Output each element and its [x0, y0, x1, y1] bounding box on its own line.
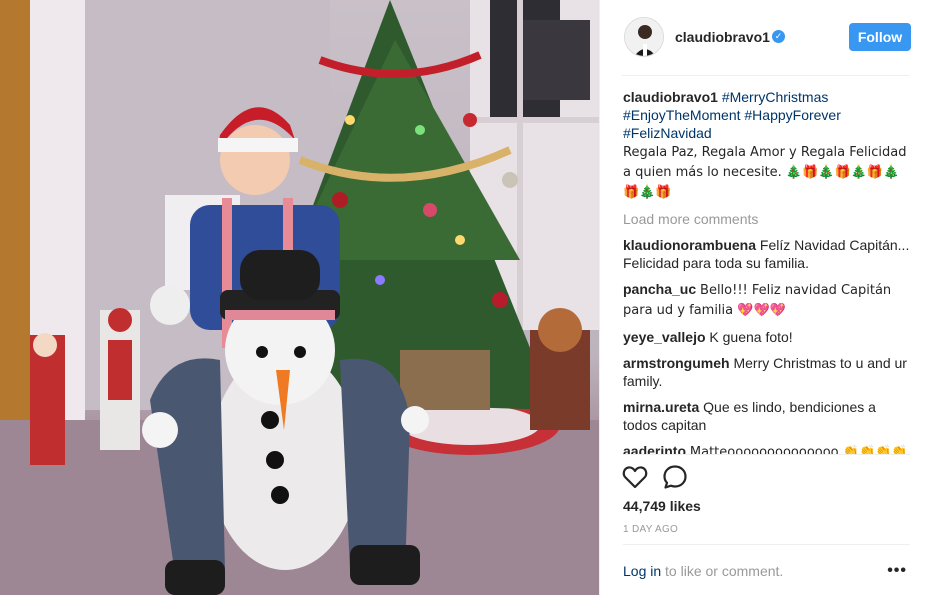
follow-button[interactable]: Follow — [849, 23, 911, 51]
hashtag-link[interactable]: #FelizNavidad — [623, 125, 712, 141]
likes-count[interactable]: 44,749 likes — [623, 498, 701, 514]
post-photo[interactable] — [0, 0, 599, 595]
comment-item: yeye_vallejo K guena foto! — [623, 328, 913, 346]
caption-username[interactable]: claudiobravo1 — [623, 89, 718, 105]
login-link[interactable]: Log in — [623, 563, 661, 579]
post-side-panel: claudiobravo1 ✓ Follow claudiobravo1 #Me… — [599, 0, 931, 595]
avatar[interactable] — [624, 17, 664, 57]
post-caption: claudiobravo1 #MerryChristmas #EnjoyTheM… — [623, 88, 913, 202]
verified-check-icon: ✓ — [772, 30, 785, 43]
comment-username[interactable]: yeye_vallejo — [623, 329, 706, 345]
comment-item: aaderinto Matteoooooooooooooo 👏👏👏👏👏👏😊👏 — [623, 442, 913, 454]
post-timestamp[interactable]: 1 DAY AGO — [623, 524, 678, 535]
post-author-username[interactable]: claudiobravo1 — [675, 29, 770, 45]
footer-divider — [623, 544, 910, 545]
photo-illustration — [0, 0, 599, 595]
comments-list[interactable]: claudiobravo1 #MerryChristmas #EnjoyTheM… — [623, 88, 913, 454]
login-prompt: Log in to like or comment. — [623, 563, 783, 579]
actions-divider — [623, 454, 910, 455]
hashtag-link[interactable]: #EnjoyTheMoment #HappyForever — [623, 107, 841, 123]
avatar-icon — [625, 18, 663, 56]
comment-item: klaudionorambuena Felíz Navidad Capitán.… — [623, 236, 913, 272]
comment-bubble-icon[interactable] — [662, 464, 688, 490]
comment-username[interactable]: armstrongumeh — [623, 355, 730, 371]
comment-username[interactable]: aaderinto — [623, 443, 686, 454]
comment-item: pancha_uc Bello!!! Feliz navidad Capitán… — [623, 280, 913, 320]
header-divider — [622, 75, 910, 76]
load-more-comments-button[interactable]: Load more comments — [623, 210, 913, 228]
comment-item: mirna.ureta Que es lindo, bendiciones a … — [623, 398, 913, 434]
hashtag-link[interactable]: #MerryChristmas — [722, 89, 829, 105]
login-prompt-text: to like or comment. — [661, 563, 784, 579]
comment-username[interactable]: pancha_uc — [623, 281, 696, 297]
heart-outline-icon[interactable] — [622, 465, 648, 489]
comment-text: K guena foto! — [709, 329, 793, 345]
comment-username[interactable]: klaudionorambuena — [623, 237, 756, 253]
comment-item: armstrongumeh Merry Christmas to u and u… — [623, 354, 913, 390]
comment-username[interactable]: mirna.ureta — [623, 399, 699, 415]
caption-text: Regala Paz, Regala Amor y Regala Felicid… — [623, 145, 907, 200]
ellipsis-icon[interactable]: ••• — [887, 562, 907, 580]
